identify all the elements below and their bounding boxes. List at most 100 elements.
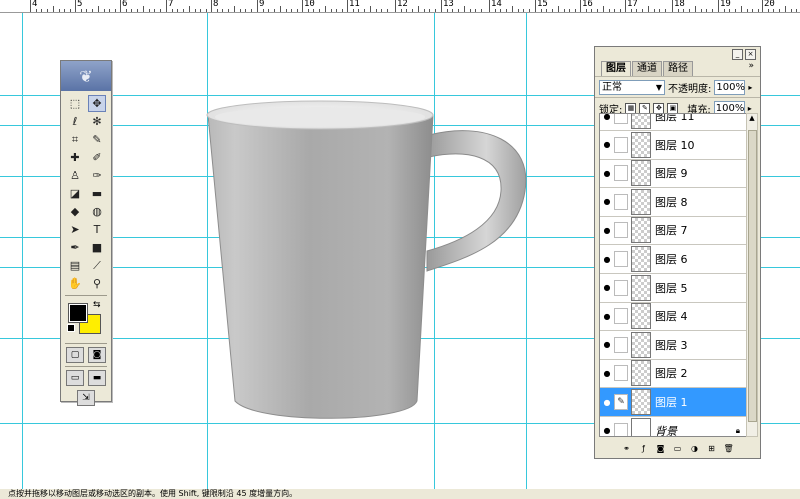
eye-icon[interactable]: ● bbox=[600, 426, 614, 435]
lasso-tool-icon[interactable]: ℓ bbox=[66, 113, 84, 130]
hand-tool-icon[interactable]: ✋ bbox=[66, 275, 84, 292]
delete-layer-icon[interactable]: 🗑︎ bbox=[724, 444, 734, 454]
path-selection-tool-icon[interactable]: ➤ bbox=[66, 221, 84, 238]
ruler-minor-tick bbox=[137, 9, 139, 12]
foreground-color-swatch[interactable] bbox=[68, 303, 88, 323]
layer-style-icon[interactable]: ƒ bbox=[639, 444, 649, 454]
layer-row[interactable]: ● 图层 10 bbox=[600, 131, 746, 160]
layer-row[interactable]: ● 图层 3 bbox=[600, 331, 746, 360]
eye-icon[interactable]: ● bbox=[600, 169, 614, 178]
tab-channels[interactable]: 通道 bbox=[632, 61, 662, 76]
eye-icon[interactable]: ● bbox=[600, 255, 614, 264]
eye-icon[interactable]: ● bbox=[600, 312, 614, 321]
color-swatches: ⇆ bbox=[67, 300, 111, 340]
scrollbar-thumb[interactable] bbox=[748, 130, 757, 422]
layer-link-cell[interactable] bbox=[614, 336, 628, 353]
layer-row[interactable]: ● 图层 4 bbox=[600, 302, 746, 332]
notes-tool-icon[interactable]: ▤ bbox=[66, 257, 84, 274]
screen-mode-full-icon[interactable]: ▬ bbox=[88, 370, 106, 386]
layer-link-cell[interactable] bbox=[614, 136, 628, 153]
layer-row[interactable]: ● 图层 7 bbox=[600, 216, 746, 246]
eyedropper-tool-icon[interactable]: ⟋ bbox=[88, 257, 106, 274]
lock-transparency-icon[interactable]: ▦ bbox=[625, 102, 637, 114]
shape-tool-icon[interactable]: ■ bbox=[88, 239, 106, 256]
layer-row[interactable]: ● 图层 11 bbox=[600, 114, 746, 131]
layer-row[interactable]: ● 背景 🔒︎ bbox=[600, 417, 746, 437]
opacity-field[interactable]: 100% bbox=[714, 79, 746, 95]
layer-link-cell[interactable] bbox=[614, 422, 628, 436]
layer-link-cell[interactable] bbox=[614, 365, 628, 382]
eye-icon[interactable]: ● bbox=[600, 283, 614, 292]
eye-icon[interactable]: ● bbox=[600, 140, 614, 149]
fill-slider-arrow-icon[interactable]: ▸ bbox=[748, 104, 752, 113]
opacity-slider-arrow-icon[interactable]: ▸ bbox=[748, 83, 752, 92]
layer-row[interactable]: ● 图层 5 bbox=[600, 274, 746, 303]
ruler-minor-tick bbox=[475, 9, 477, 12]
brush-icon[interactable]: ✎ bbox=[614, 394, 628, 410]
close-icon[interactable]: × bbox=[745, 49, 756, 60]
pen-tool-icon[interactable]: ✒ bbox=[66, 239, 84, 256]
blur-tool-icon[interactable]: ◆ bbox=[66, 203, 84, 220]
jump-to-imageready-icon[interactable]: ⇲ bbox=[77, 390, 95, 406]
layer-row[interactable]: ● 图层 2 bbox=[600, 359, 746, 389]
default-colors-icon[interactable] bbox=[67, 324, 75, 332]
layer-name: 背景 bbox=[655, 424, 677, 437]
ruler-minor-tick bbox=[746, 9, 748, 12]
brush-tool-icon[interactable]: ✐ bbox=[88, 149, 106, 166]
layer-link-cell[interactable] bbox=[614, 279, 628, 296]
eye-icon[interactable]: ● bbox=[600, 340, 614, 349]
lock-image-icon[interactable]: ✎ bbox=[639, 102, 651, 114]
healing-brush-tool-icon[interactable]: ✚ bbox=[66, 149, 84, 166]
toolbox-header[interactable]: ❦ bbox=[61, 61, 111, 91]
gradient-tool-icon[interactable]: ▬ bbox=[88, 185, 106, 202]
history-brush-tool-icon[interactable]: ✑ bbox=[88, 167, 106, 184]
adjustment-layer-icon[interactable]: ◑ bbox=[690, 444, 700, 454]
layer-row[interactable]: ● 图层 9 bbox=[600, 159, 746, 189]
layer-link-cell[interactable] bbox=[614, 165, 628, 182]
tab-layers[interactable]: 图层 bbox=[601, 61, 631, 76]
ruler-minor-tick bbox=[58, 9, 60, 12]
eye-icon[interactable]: ● bbox=[600, 369, 614, 378]
toolbox-palette[interactable]: ❦ ⬚ ✥ ℓ ✻ ⌗ ✎ ✚ ✐ ♙ ✑ ◪ ▬ ◆ ◍ ➤ T ✒ ■ ▤ ⟋ ✋ ⚲ ⇆ ▢ ◙ ▭ ▬ ⇲ bbox=[60, 60, 112, 406]
eye-icon[interactable]: ● bbox=[600, 114, 614, 121]
layer-link-cell[interactable] bbox=[614, 114, 628, 124]
layer-row[interactable]: ● 图层 8 bbox=[600, 188, 746, 217]
dodge-tool-icon[interactable]: ◍ bbox=[88, 203, 106, 220]
layers-scrollbar[interactable]: ▲ bbox=[746, 113, 758, 437]
move-tool-icon[interactable]: ✥ bbox=[88, 95, 106, 112]
screen-mode-standard-icon[interactable]: ▭ bbox=[66, 370, 84, 386]
marquee-tool-icon[interactable]: ⬚ bbox=[66, 95, 84, 112]
magic-wand-tool-icon[interactable]: ✻ bbox=[88, 113, 106, 130]
type-tool-icon[interactable]: T bbox=[88, 221, 106, 238]
layer-link-cell[interactable] bbox=[614, 193, 628, 210]
new-set-icon[interactable]: ▭ bbox=[673, 444, 683, 454]
zoom-tool-icon[interactable]: ⚲ bbox=[88, 275, 106, 292]
crop-tool-icon[interactable]: ⌗ bbox=[66, 131, 84, 148]
eye-icon[interactable]: ● bbox=[600, 226, 614, 235]
new-layer-icon[interactable]: ⊞ bbox=[707, 444, 717, 454]
eraser-tool-icon[interactable]: ◪ bbox=[66, 185, 84, 202]
standard-mode-icon[interactable]: ▢ bbox=[66, 347, 84, 363]
minimize-icon[interactable]: _ bbox=[732, 49, 743, 60]
scroll-up-icon[interactable]: ▲ bbox=[747, 114, 757, 122]
layer-link-cell[interactable] bbox=[614, 308, 628, 325]
swap-colors-icon[interactable]: ⇆ bbox=[93, 300, 101, 310]
lock-all-icon[interactable]: ▣ bbox=[667, 102, 679, 114]
layer-link-cell[interactable] bbox=[614, 251, 628, 267]
lock-position-icon[interactable]: ✥ bbox=[653, 102, 665, 114]
panel-titlebar[interactable]: _ × bbox=[595, 47, 760, 61]
blend-mode-select[interactable]: 正常 ▼ bbox=[599, 79, 665, 95]
stamp-tool-icon[interactable]: ♙ bbox=[66, 167, 84, 184]
layer-row[interactable]: ● ✎ 图层 1 bbox=[600, 388, 746, 417]
link-layers-icon[interactable]: ⚭ bbox=[622, 444, 632, 454]
vertical-guide[interactable] bbox=[22, 13, 23, 489]
slice-tool-icon[interactable]: ✎ bbox=[88, 131, 106, 148]
quick-mask-mode-icon[interactable]: ◙ bbox=[88, 347, 106, 363]
tab-paths[interactable]: 路径 bbox=[663, 61, 693, 76]
eye-icon[interactable]: ● bbox=[600, 398, 614, 407]
layer-link-cell[interactable] bbox=[614, 222, 628, 239]
eye-icon[interactable]: ● bbox=[600, 197, 614, 206]
layer-row[interactable]: ● 图层 6 bbox=[600, 245, 746, 274]
layer-mask-icon[interactable]: ◙ bbox=[656, 444, 666, 454]
panel-menu-icon[interactable]: » bbox=[748, 61, 754, 71]
